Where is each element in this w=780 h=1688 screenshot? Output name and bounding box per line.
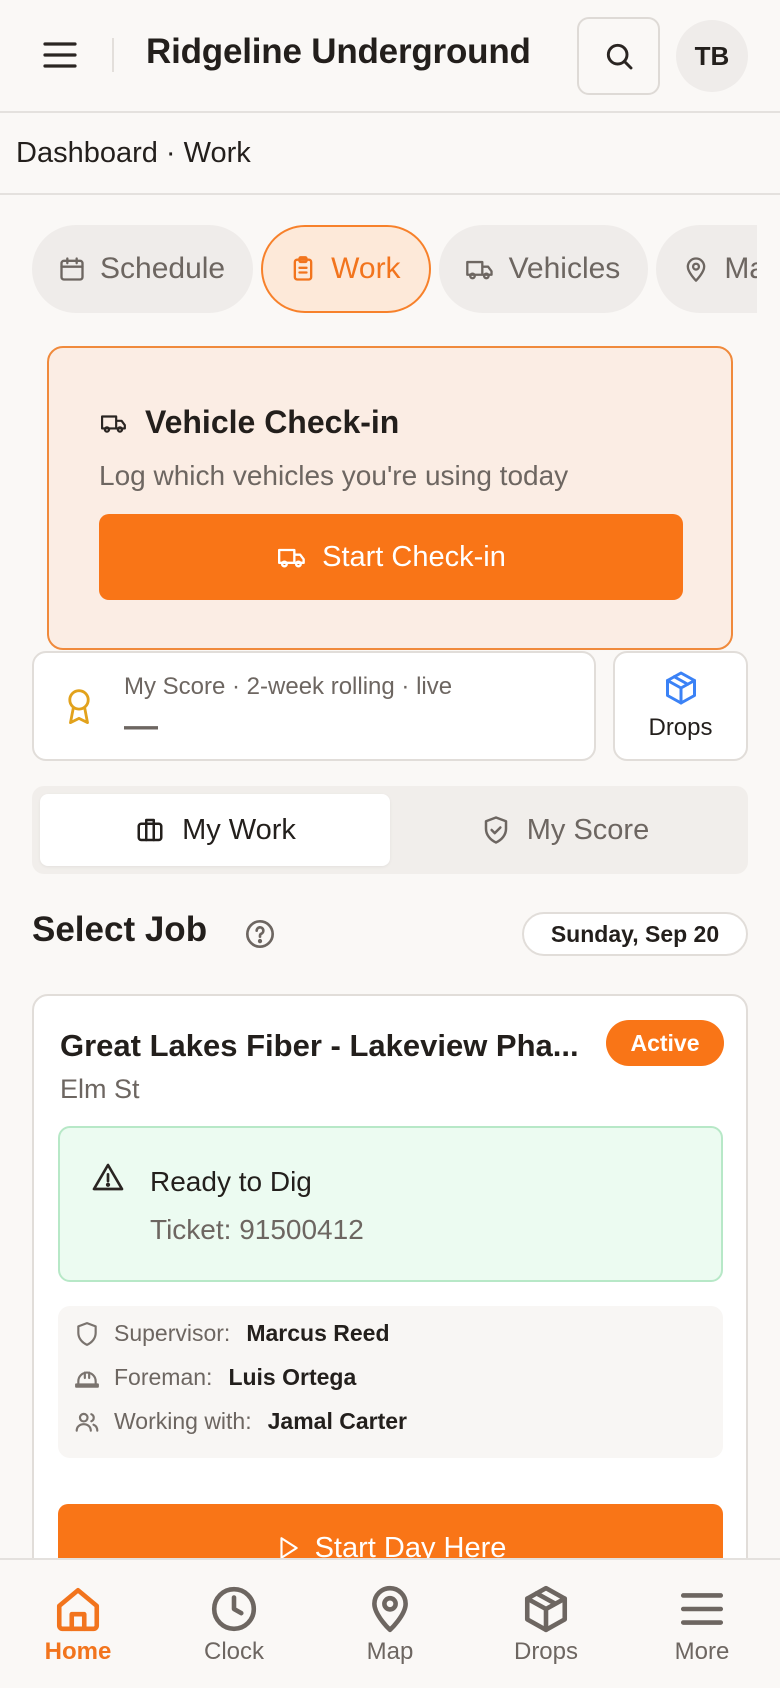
start-checkin-button[interactable]: Start Check-in — [99, 514, 683, 600]
dig-status-title: Ready to Dig — [150, 1166, 312, 1197]
nav-label: Clock — [203, 1638, 264, 1665]
crew-working-with: Working with: Jamal Carter — [74, 1408, 407, 1435]
foreman-label: Foreman: — [114, 1364, 213, 1390]
nav-map[interactable]: Map — [312, 1560, 468, 1688]
header-divider — [112, 38, 114, 72]
app-header: Ridgeline Underground TB — [0, 0, 780, 113]
breadcrumb: Dashboard · Work — [0, 113, 780, 195]
map-pin-icon — [372, 1585, 408, 1633]
segment-my-work[interactable]: My Work — [40, 794, 390, 866]
supervisor-label: Supervisor: — [114, 1320, 231, 1346]
status-badge: Active — [606, 1020, 724, 1066]
shield-icon — [74, 1321, 100, 1347]
hamburger-icon — [680, 1593, 724, 1625]
crew-info: Supervisor: Marcus Reed Foreman: Luis Or… — [58, 1306, 723, 1458]
segment-label: My Score — [526, 813, 650, 846]
job-title: Great Lakes Fiber - Lakeview Pha... — [60, 1028, 579, 1063]
nav-more[interactable]: More — [624, 1560, 780, 1688]
hard-hat-icon — [74, 1365, 100, 1391]
job-street: Elm St — [60, 1074, 140, 1104]
hamburger-icon — [43, 42, 77, 68]
package-icon — [663, 670, 699, 706]
score-label: My Score · 2-week rolling · live — [124, 673, 453, 700]
home-icon — [56, 1587, 100, 1632]
score-value: — — [124, 707, 158, 745]
select-job-heading: Select Job — [32, 910, 208, 949]
vehicle-checkin-subtitle: Log which vehicles you're using today — [99, 460, 569, 491]
vehicle-checkin-card: Vehicle Check-in Log which vehicles you'… — [47, 346, 733, 650]
supervisor-name: Marcus Reed — [246, 1320, 390, 1346]
crew-supervisor: Supervisor: Marcus Reed — [74, 1320, 390, 1347]
shield-check-icon — [481, 815, 511, 845]
tab-label: Schedule — [100, 252, 226, 285]
tab-schedule[interactable]: Schedule — [32, 225, 254, 313]
tab-label: Vehicles — [508, 252, 621, 285]
nav-label: Map — [366, 1638, 414, 1665]
bottom-nav: Home Clock Map Drops More — [0, 1558, 780, 1688]
my-score-card[interactable]: My Score · 2-week rolling · live — — [32, 651, 596, 761]
nav-label: More — [674, 1638, 730, 1665]
truck-icon — [465, 255, 495, 283]
package-icon — [524, 1585, 568, 1633]
work-score-segment: My Work My Score — [32, 786, 748, 874]
tab-vehicles[interactable]: Vehicles — [438, 225, 649, 313]
warning-icon — [92, 1162, 124, 1192]
drops-shortcut[interactable]: Drops — [613, 651, 748, 761]
briefcase-icon — [134, 815, 166, 845]
nav-drops[interactable]: Drops — [468, 1560, 624, 1688]
working-with-label: Working with: — [114, 1408, 252, 1434]
tab-work[interactable]: Work — [261, 225, 431, 313]
nav-label: Drops — [513, 1638, 579, 1665]
tab-map[interactable]: Map — [656, 225, 757, 313]
working-with-name: Jamal Carter — [267, 1408, 407, 1434]
segment-my-score[interactable]: My Score — [390, 794, 740, 866]
date-picker[interactable]: Sunday, Sep 20 — [522, 912, 748, 956]
award-icon — [62, 687, 96, 727]
drops-shortcut-label: Drops — [648, 714, 713, 741]
map-pin-icon — [682, 255, 710, 283]
nav-label: Home — [44, 1638, 112, 1665]
clipboard-icon — [289, 255, 317, 283]
search-icon — [606, 43, 632, 70]
app-title: Ridgeline Underground — [146, 32, 531, 71]
segment-label: My Work — [182, 813, 296, 846]
nav-clock[interactable]: Clock — [156, 1560, 312, 1688]
foreman-name: Luis Ortega — [228, 1364, 357, 1390]
calendar-icon — [58, 255, 86, 283]
users-icon — [74, 1409, 100, 1435]
tab-label: Work — [331, 252, 401, 285]
vehicle-checkin-title-text: Vehicle Check-in — [145, 404, 400, 440]
truck-icon — [276, 543, 308, 571]
crew-foreman: Foreman: Luis Ortega — [74, 1364, 356, 1391]
menu-button[interactable] — [38, 37, 82, 73]
truck-icon — [99, 410, 129, 436]
tab-label: Map — [724, 252, 757, 285]
help-icon[interactable] — [244, 918, 276, 950]
dig-status-box: Ready to Dig Ticket: 91500412 — [58, 1126, 723, 1282]
dig-ticket-number: Ticket: 91500412 — [150, 1214, 364, 1245]
nav-home[interactable]: Home — [0, 1560, 156, 1688]
section-tabs: Schedule Work Vehicles Map — [32, 225, 757, 315]
start-checkin-label: Start Check-in — [322, 540, 506, 573]
search-button[interactable] — [577, 17, 660, 95]
clock-icon — [211, 1586, 257, 1632]
user-avatar[interactable]: TB — [676, 20, 748, 92]
vehicle-checkin-title: Vehicle Check-in — [99, 404, 399, 441]
